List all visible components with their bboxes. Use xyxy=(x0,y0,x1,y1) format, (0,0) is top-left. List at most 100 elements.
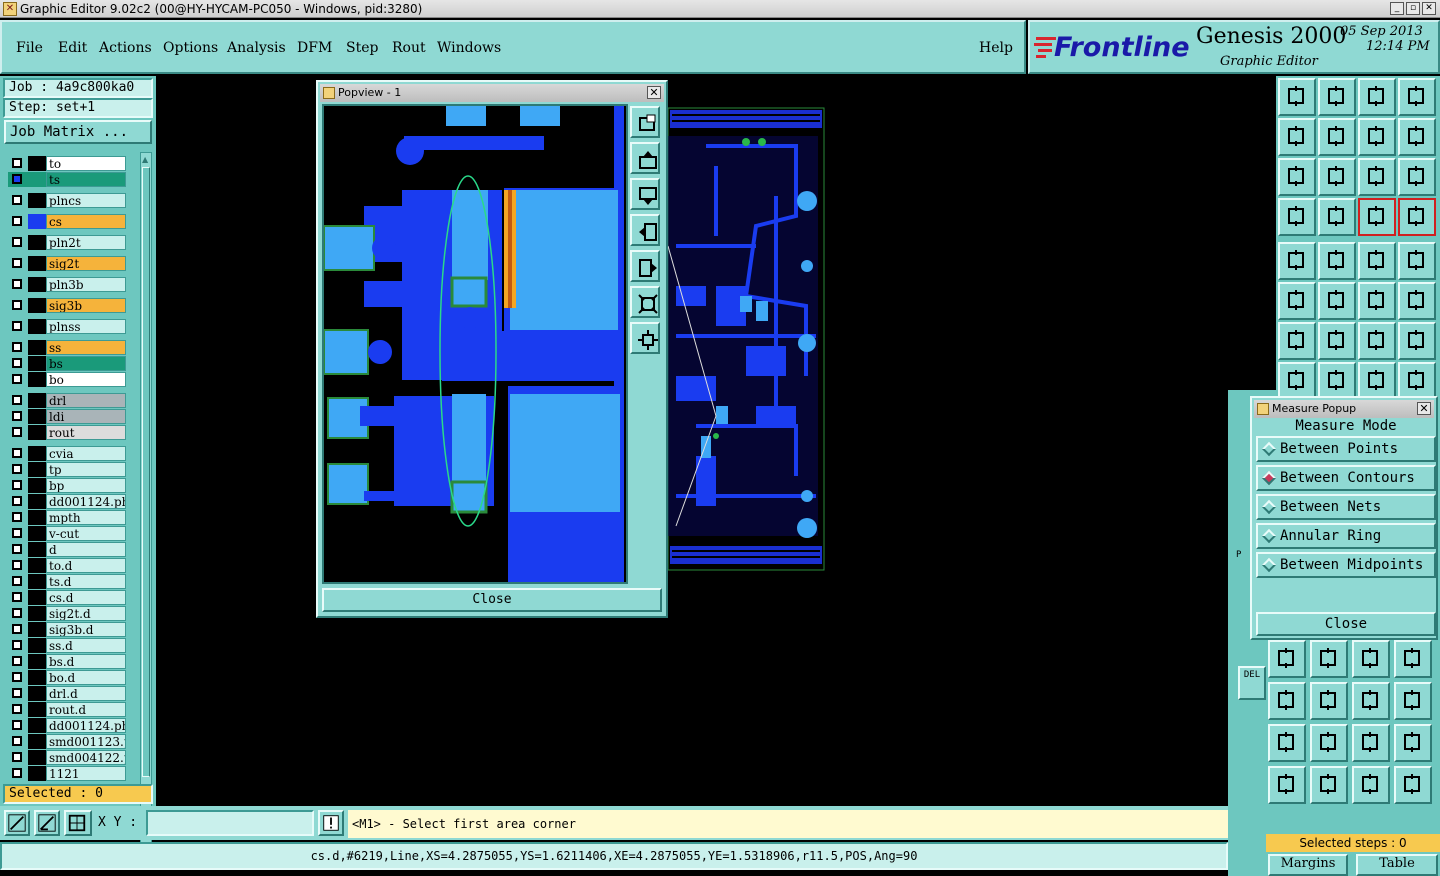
s-curve-icon[interactable] xyxy=(1398,118,1436,156)
point2-icon[interactable] xyxy=(1398,282,1436,320)
layer-name[interactable]: mpth xyxy=(46,510,126,525)
layer-row[interactable]: ts xyxy=(8,172,126,187)
menu-step[interactable]: Step xyxy=(346,40,378,56)
layer-checkbox[interactable] xyxy=(12,480,22,490)
layer-row[interactable]: v-cut xyxy=(8,526,126,541)
cross-icon[interactable] xyxy=(1318,282,1356,320)
layer-list-scrollbar[interactable]: ▲ ▼ xyxy=(140,152,152,854)
layer-name[interactable]: ss.d xyxy=(46,638,126,653)
arrow-right-icon[interactable] xyxy=(1310,724,1348,762)
layer-name[interactable]: to xyxy=(46,156,126,171)
layer-name[interactable]: bp xyxy=(46,478,126,493)
layer-row[interactable]: d xyxy=(8,542,126,557)
layer-row[interactable]: bo.d xyxy=(8,670,126,685)
layer-name[interactable]: to.d xyxy=(46,558,126,573)
pan-right-icon[interactable] xyxy=(1318,118,1356,156)
layer-row[interactable]: to.d xyxy=(8,558,126,573)
maximize-button[interactable]: ▫ xyxy=(1406,2,1420,15)
net-icon[interactable] xyxy=(1278,282,1316,320)
layer-row[interactable]: plnss xyxy=(8,319,126,334)
measure-option[interactable]: Between Points xyxy=(1256,436,1436,462)
layer-row[interactable]: mpth xyxy=(8,510,126,525)
layer-toggle-icon[interactable] xyxy=(1358,198,1396,236)
layer-row[interactable]: sig3b xyxy=(8,298,126,313)
layer-name[interactable]: drl xyxy=(46,393,126,408)
layer-name[interactable]: ts xyxy=(46,172,126,187)
layer-checkbox[interactable] xyxy=(12,496,22,506)
snap-mode-icon[interactable] xyxy=(34,810,60,836)
layer-row[interactable]: sig3b.d xyxy=(8,622,126,637)
layer-row[interactable]: smd004122.pl xyxy=(8,750,126,765)
layer-name[interactable]: smd004122.pl xyxy=(46,750,126,765)
layer-row[interactable]: drl xyxy=(8,393,126,408)
layer-row[interactable]: tp xyxy=(8,462,126,477)
select-mode-icon[interactable] xyxy=(4,810,30,836)
layer-checkbox[interactable] xyxy=(12,752,22,762)
job-matrix-button[interactable]: Job Matrix ... xyxy=(4,120,152,144)
layer-checkbox[interactable] xyxy=(12,216,22,226)
layer-checkbox[interactable] xyxy=(12,544,22,554)
layer-name[interactable]: cvia xyxy=(46,446,126,461)
layer-checkbox[interactable] xyxy=(12,448,22,458)
layer-checkbox[interactable] xyxy=(12,592,22,602)
layer-checkbox[interactable] xyxy=(12,576,22,586)
help-icon[interactable] xyxy=(1398,158,1436,196)
align-top-icon[interactable] xyxy=(1268,640,1306,678)
layer-name[interactable]: 1121 xyxy=(46,766,126,781)
layer-name[interactable]: tp xyxy=(46,462,126,477)
popview-zoom-view[interactable] xyxy=(322,104,628,584)
menu-analysis[interactable]: Analysis xyxy=(227,40,286,56)
layer-checkbox[interactable] xyxy=(12,158,22,168)
layer-name[interactable]: plncs xyxy=(46,193,126,208)
layer-checkbox[interactable] xyxy=(12,258,22,268)
layer-name[interactable]: v-cut xyxy=(46,526,126,541)
layer-row[interactable]: ts.d xyxy=(8,574,126,589)
arrow-down-icon[interactable] xyxy=(1394,724,1432,762)
cut2-icon[interactable] xyxy=(1318,362,1356,400)
line-icon[interactable] xyxy=(1318,322,1356,360)
step-icon[interactable] xyxy=(1278,362,1316,400)
shape-icon[interactable] xyxy=(1398,362,1436,400)
layer-checkbox[interactable] xyxy=(12,464,22,474)
menu-windows[interactable]: Windows xyxy=(437,40,501,56)
measure-option[interactable]: Between Nets xyxy=(1256,494,1436,520)
layer-checkbox[interactable] xyxy=(12,374,22,384)
window-icon[interactable] xyxy=(1398,78,1436,116)
layer-row[interactable]: sig2t.d xyxy=(8,606,126,621)
layer-row[interactable]: ss xyxy=(8,340,126,355)
arrow-left-icon[interactable] xyxy=(1268,724,1306,762)
popview-pan-left-icon[interactable] xyxy=(630,214,660,246)
layer-checkbox[interactable] xyxy=(12,672,22,682)
popview-fit-icon[interactable] xyxy=(630,286,660,318)
measure-option[interactable]: Annular Ring xyxy=(1256,523,1436,549)
layer-name[interactable]: pln3b xyxy=(46,277,126,292)
text-icon[interactable] xyxy=(1398,322,1436,360)
distribute-3-icon[interactable] xyxy=(1352,682,1390,720)
popview-center-icon[interactable] xyxy=(630,322,660,354)
table-button[interactable]: Table xyxy=(1356,854,1438,876)
layer-name[interactable]: drl.d xyxy=(46,686,126,701)
layer-name[interactable]: plnss xyxy=(46,319,126,334)
xy-input[interactable] xyxy=(146,810,314,836)
layer-checkbox[interactable] xyxy=(12,427,22,437)
ruler-icon[interactable] xyxy=(1358,242,1396,280)
layer-name[interactable]: smd001123.pl xyxy=(46,734,126,749)
layer-name[interactable]: pln2t xyxy=(46,235,126,250)
layer-row[interactable]: to xyxy=(8,156,126,171)
distribute-h-icon[interactable] xyxy=(1310,682,1348,720)
close-window-button[interactable]: ✕ xyxy=(1422,2,1436,15)
layer-row[interactable]: rout xyxy=(8,425,126,440)
zoom-home-icon[interactable] xyxy=(1278,78,1316,116)
menu-options[interactable]: Options xyxy=(163,40,218,56)
zoomed-pcb-view[interactable] xyxy=(323,106,626,582)
cursor-icon[interactable] xyxy=(1278,242,1316,280)
layer-name[interactable]: sig2t.d xyxy=(46,606,126,621)
layer-checkbox[interactable] xyxy=(12,624,22,634)
menu-help[interactable]: Help xyxy=(979,40,1013,56)
layer-row[interactable]: bo xyxy=(8,372,126,387)
margins-button[interactable]: Margins xyxy=(1268,854,1348,876)
layer-checkbox[interactable] xyxy=(12,174,22,184)
menu-dfm[interactable]: DFM xyxy=(297,40,332,56)
layer-checkbox[interactable] xyxy=(12,300,22,310)
layer-checkbox[interactable] xyxy=(12,237,22,247)
